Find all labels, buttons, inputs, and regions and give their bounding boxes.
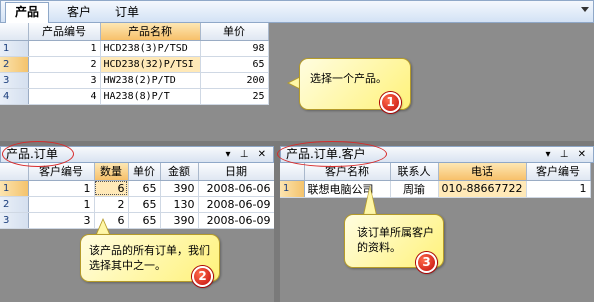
- table-header-row: 产品编号 产品名称 单价: [0, 23, 269, 41]
- cell-product-id[interactable]: 3: [28, 72, 101, 89]
- table-row[interactable]: 3 3 HW238(2)P/TD 200: [0, 72, 269, 89]
- cell-price[interactable]: 65: [128, 212, 161, 229]
- column-header[interactable]: 数量: [94, 163, 129, 181]
- table-row[interactable]: 2 2 HCD238(32)P/TSI 65: [0, 56, 269, 73]
- table-row[interactable]: 1 1 HCD238(3)P/TSD 98: [0, 40, 269, 57]
- cell-amount[interactable]: 390: [160, 212, 199, 229]
- step-badge: 2: [192, 266, 213, 287]
- orders-table: 客户编号 数量 单价 金额 日期 1 1 6 65 390 2008-06-06…: [0, 163, 275, 229]
- row-number[interactable]: 2: [0, 56, 29, 73]
- callout-text: 选择一个产品。: [310, 72, 387, 85]
- tab-customers[interactable]: 客户: [61, 3, 97, 24]
- cell-product-name[interactable]: HCD238(32)P/TSI: [100, 56, 201, 73]
- column-header[interactable]: 单价: [200, 23, 269, 41]
- cell-quantity[interactable]: 6: [94, 180, 129, 197]
- cell-customer-name[interactable]: 联想电脑公司: [304, 180, 391, 198]
- cell-amount[interactable]: 390: [160, 180, 199, 197]
- cell-date[interactable]: 2008-06-06: [198, 180, 275, 197]
- cell-product-name[interactable]: HA238(8)P/T: [100, 88, 201, 105]
- row-number[interactable]: 3: [0, 212, 29, 229]
- highlight-ellipse: [277, 141, 387, 167]
- table-row[interactable]: 3 3 6 65 390 2008-06-09: [0, 212, 275, 229]
- callout-tail: [97, 220, 109, 234]
- cell-customer-id[interactable]: 1: [526, 180, 591, 198]
- cell-price[interactable]: 65: [128, 180, 161, 197]
- cell-customer-id[interactable]: 3: [28, 212, 95, 229]
- table-row[interactable]: 2 1 2 65 130 2008-06-09: [0, 196, 275, 213]
- chevron-down-icon[interactable]: [581, 7, 589, 12]
- cell-date[interactable]: 2008-06-09: [198, 212, 275, 229]
- cell-product-id[interactable]: 1: [28, 40, 101, 57]
- cell-amount[interactable]: 130: [160, 196, 199, 213]
- row-number[interactable]: 1: [280, 180, 305, 198]
- column-header[interactable]: 联系人: [390, 163, 439, 181]
- table-row[interactable]: 4 4 HA238(8)P/T 25: [0, 88, 269, 105]
- callout-text: 该订单所属客户的资料。: [357, 226, 434, 254]
- step-badge: 3: [416, 252, 437, 273]
- row-number[interactable]: 1: [0, 40, 29, 57]
- column-header[interactable]: 产品名称: [100, 23, 201, 41]
- step-badge: 1: [380, 92, 401, 113]
- column-header[interactable]: 客户编号: [526, 163, 591, 181]
- cell-contact[interactable]: 周瑜: [390, 180, 439, 198]
- table-row[interactable]: 1 联想电脑公司 周瑜 010-88667722 1: [280, 180, 591, 198]
- column-header[interactable]: 日期: [198, 163, 275, 181]
- row-number[interactable]: 4: [0, 88, 29, 105]
- cell-price[interactable]: 98: [200, 40, 269, 57]
- cell-phone[interactable]: 010-88667722: [438, 180, 527, 198]
- cell-product-id[interactable]: 2: [28, 56, 101, 73]
- column-header[interactable]: 金额: [160, 163, 199, 181]
- cell-date[interactable]: 2008-06-09: [198, 196, 275, 213]
- column-header[interactable]: 产品编号: [28, 23, 101, 41]
- cell-price[interactable]: 65: [200, 56, 269, 73]
- tab-orders[interactable]: 订单: [109, 3, 145, 24]
- top-tab-bar: 产品 客户 订单: [0, 0, 594, 25]
- callout-text: 该产品的所有订单，我们选择其中之一。: [89, 244, 210, 272]
- cell-price[interactable]: 65: [128, 196, 161, 213]
- tab-products[interactable]: 产品: [5, 2, 49, 25]
- products-table: 产品编号 产品名称 单价 1 1 HCD238(3)P/TSD 98 2 2 H…: [0, 23, 269, 105]
- column-header[interactable]: 单价: [128, 163, 161, 181]
- cell-customer-id[interactable]: 1: [28, 180, 95, 197]
- customer-table: 客户名称 联系人 电话 客户编号 1 联想电脑公司 周瑜 010-8866772…: [280, 163, 591, 198]
- cell-product-id[interactable]: 4: [28, 88, 101, 105]
- row-header-corner: [0, 23, 29, 41]
- cell-product-name[interactable]: HW238(2)P/TD: [100, 72, 201, 89]
- cell-product-name[interactable]: HCD238(3)P/TSD: [100, 40, 201, 57]
- column-header[interactable]: 电话: [438, 163, 527, 181]
- cell-quantity[interactable]: 2: [94, 196, 129, 213]
- pane-window-buttons[interactable]: ▾ ⊥ ✕: [226, 147, 269, 162]
- cell-price[interactable]: 200: [200, 72, 269, 89]
- cell-customer-id[interactable]: 1: [28, 196, 95, 213]
- pane-window-buttons[interactable]: ▾ ⊥ ✕: [546, 147, 589, 162]
- row-header-corner: [280, 163, 305, 181]
- callout-tail: [364, 187, 376, 215]
- row-number[interactable]: 1: [0, 180, 29, 197]
- table-row[interactable]: 1 1 6 65 390 2008-06-06: [0, 180, 275, 197]
- row-number[interactable]: 2: [0, 196, 29, 213]
- cell-price[interactable]: 25: [200, 88, 269, 105]
- highlight-ellipse: [2, 141, 74, 167]
- row-number[interactable]: 3: [0, 72, 29, 89]
